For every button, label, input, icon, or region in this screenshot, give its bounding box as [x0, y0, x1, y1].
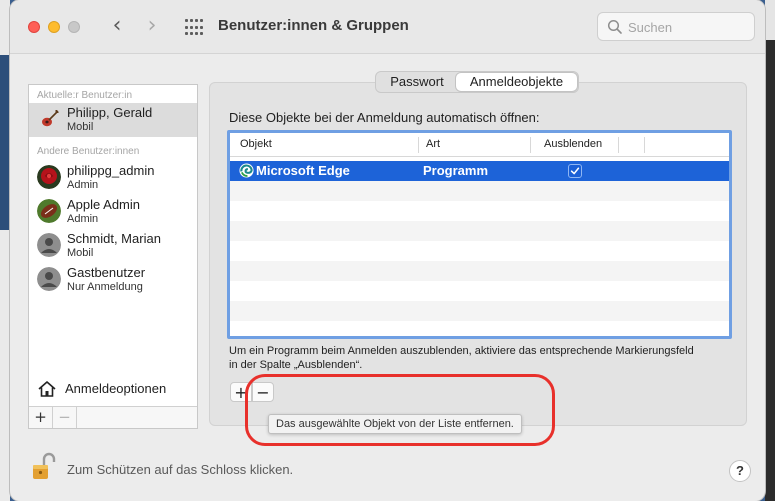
lock-hint-label: Zum Schützen auf das Schloss klicken. [67, 462, 294, 477]
users-sidebar: Aktuelle:r Benutzer:in Philipp, Gerald M… [28, 84, 198, 429]
zoom-window-button[interactable] [68, 21, 80, 33]
sidebar-user-name: Apple Admin [67, 197, 140, 212]
sidebar-user-apple-admin[interactable]: Apple Admin Admin [29, 195, 197, 229]
column-header-type[interactable]: Art [426, 138, 440, 150]
tab-bar: Passwort Anmeldeobjekte [375, 71, 579, 93]
tab-login-items[interactable]: Anmeldeobjekte [456, 73, 577, 91]
help-button[interactable]: ? [729, 460, 751, 482]
sidebar-user-current[interactable]: Philipp, Gerald Mobil [29, 103, 197, 137]
column-header-object[interactable]: Objekt [240, 138, 272, 150]
sidebar-toolbar: + − [29, 406, 197, 428]
sidebar-user-name: philippg_admin [67, 163, 155, 178]
cell-type: Programm [423, 163, 489, 178]
close-window-button[interactable] [28, 21, 40, 33]
sidebar-user-name: Philipp, Gerald [67, 105, 153, 120]
back-chevron-icon[interactable]: ‹ [105, 14, 129, 40]
column-header-hide[interactable]: Ausblenden [544, 138, 602, 150]
sidebar-user-role: Admin [67, 179, 99, 191]
search-field[interactable] [597, 12, 755, 41]
sidebar-user-name: Schmidt, Marian [67, 231, 161, 246]
house-icon [38, 381, 56, 397]
show-all-grid-icon[interactable] [185, 19, 203, 37]
sidebar-user-role: Mobil [67, 121, 94, 133]
sidebar-user-role: Nur Anmeldung [67, 281, 143, 293]
table-row-empty [230, 181, 729, 201]
microsoft-edge-icon [239, 163, 254, 178]
table-header: Objekt Art Ausblenden [230, 133, 729, 157]
rose-avatar-icon [37, 165, 61, 189]
table-row-empty [230, 241, 729, 261]
annotation-highlight-circle [245, 374, 555, 446]
football-avatar-icon [37, 199, 61, 223]
current-user-section-label: Aktuelle:r Benutzer:in [37, 90, 133, 101]
tab-password[interactable]: Passwort [378, 73, 456, 91]
sidebar-user-schmidt-marian[interactable]: Schmidt, Marian Mobil [29, 229, 197, 263]
search-input[interactable] [628, 18, 748, 36]
add-user-button[interactable]: + [29, 407, 53, 428]
table-row-empty [230, 281, 729, 301]
login-options-item[interactable]: Anmeldeoptionen [29, 375, 197, 405]
preferences-window: ‹ › Benutzer:innen & Gruppen Aktuelle:r … [10, 0, 765, 501]
table-row-empty [230, 261, 729, 281]
cell-object: Microsoft Edge [256, 163, 350, 178]
titlebar: ‹ › Benutzer:innen & Gruppen [10, 0, 765, 54]
other-users-section-label: Andere Benutzer:innen [37, 146, 140, 157]
search-icon [607, 19, 622, 34]
background-app-right [765, 0, 775, 501]
sidebar-user-role: Mobil [67, 247, 94, 259]
table-row-empty [230, 221, 729, 241]
hide-hint-text: Um ein Programm beim Anmelden auszublend… [229, 345, 694, 371]
table-row-empty [230, 321, 729, 336]
remove-user-button[interactable]: − [53, 407, 77, 428]
login-options-label: Anmeldeoptionen [65, 381, 167, 396]
table-row-empty [230, 201, 729, 221]
unlocked-padlock-icon[interactable] [32, 451, 56, 481]
guitar-avatar-icon [37, 107, 61, 131]
forward-chevron-icon[interactable]: › [140, 14, 164, 40]
person-avatar-icon [37, 267, 61, 291]
sidebar-user-role: Admin [67, 213, 99, 225]
login-items-heading: Diese Objekte bei der Anmeldung automati… [229, 110, 540, 125]
minimize-window-button[interactable] [48, 21, 60, 33]
table-row[interactable]: Microsoft Edge Programm [230, 161, 729, 181]
hide-checkbox[interactable] [568, 164, 582, 178]
background-app-left [0, 0, 10, 501]
login-items-table[interactable]: Objekt Art Ausblenden Microsoft Edge Pro… [227, 130, 732, 339]
sidebar-user-philippg-admin[interactable]: philippg_admin Admin [29, 161, 197, 195]
table-row-empty [230, 301, 729, 321]
sidebar-user-gastbenutzer[interactable]: Gastbenutzer Nur Anmeldung [29, 263, 197, 297]
window-title: Benutzer:innen & Gruppen [218, 17, 409, 34]
sidebar-user-name: Gastbenutzer [67, 265, 146, 280]
person-avatar-icon [37, 233, 61, 257]
